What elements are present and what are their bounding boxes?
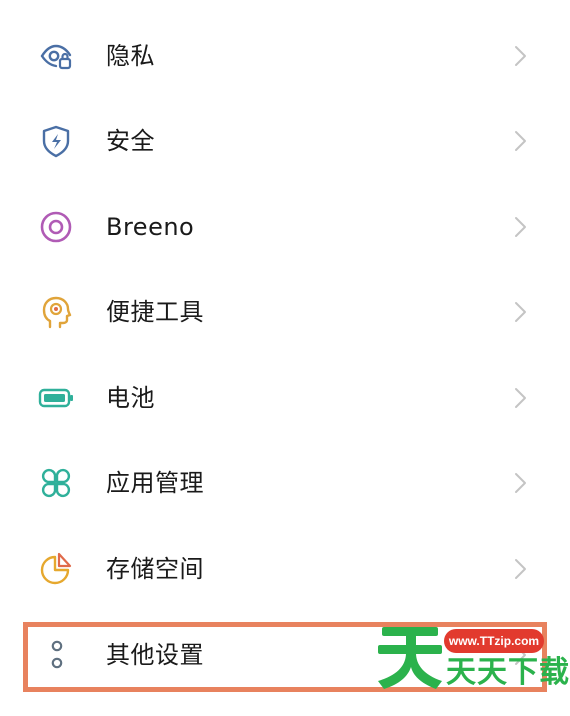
settings-item-storage[interactable]: 存储空间	[0, 539, 570, 599]
settings-item-label: 便捷工具	[106, 298, 204, 326]
storage-pie-icon	[38, 551, 74, 587]
privacy-eye-lock-icon	[38, 38, 74, 74]
chevron-right-icon	[510, 297, 530, 327]
settings-item-battery[interactable]: 电池	[0, 368, 570, 428]
chevron-right-icon	[510, 383, 530, 413]
settings-item-privacy[interactable]: 隐私	[0, 26, 570, 86]
chevron-right-icon	[510, 468, 530, 498]
settings-item-label: 其他设置	[106, 641, 204, 669]
settings-item-breeno[interactable]: Breeno	[0, 197, 570, 257]
chevron-right-icon	[510, 640, 530, 670]
settings-item-label: 安全	[106, 127, 155, 155]
chevron-right-icon	[510, 126, 530, 156]
settings-item-label: 存储空间	[106, 555, 204, 583]
app-management-clover-icon	[38, 465, 74, 501]
convenience-tools-head-icon	[38, 294, 74, 330]
settings-item-security[interactable]: 安全	[0, 111, 570, 171]
breeno-ring-icon	[38, 209, 74, 245]
chevron-right-icon	[510, 212, 530, 242]
security-shield-icon	[38, 123, 74, 159]
settings-item-label: 电池	[106, 384, 155, 412]
other-settings-dots-icon	[38, 637, 74, 673]
battery-icon	[38, 380, 74, 416]
settings-item-label: Breeno	[106, 213, 195, 241]
settings-item-convenience-tools[interactable]: 便捷工具	[0, 282, 570, 342]
settings-item-other[interactable]: 其他设置	[0, 625, 570, 685]
settings-item-app-management[interactable]: 应用管理	[0, 453, 570, 513]
chevron-right-icon	[510, 554, 530, 584]
settings-item-label: 应用管理	[106, 469, 204, 497]
settings-item-label: 隐私	[106, 42, 155, 70]
chevron-right-icon	[510, 41, 530, 71]
